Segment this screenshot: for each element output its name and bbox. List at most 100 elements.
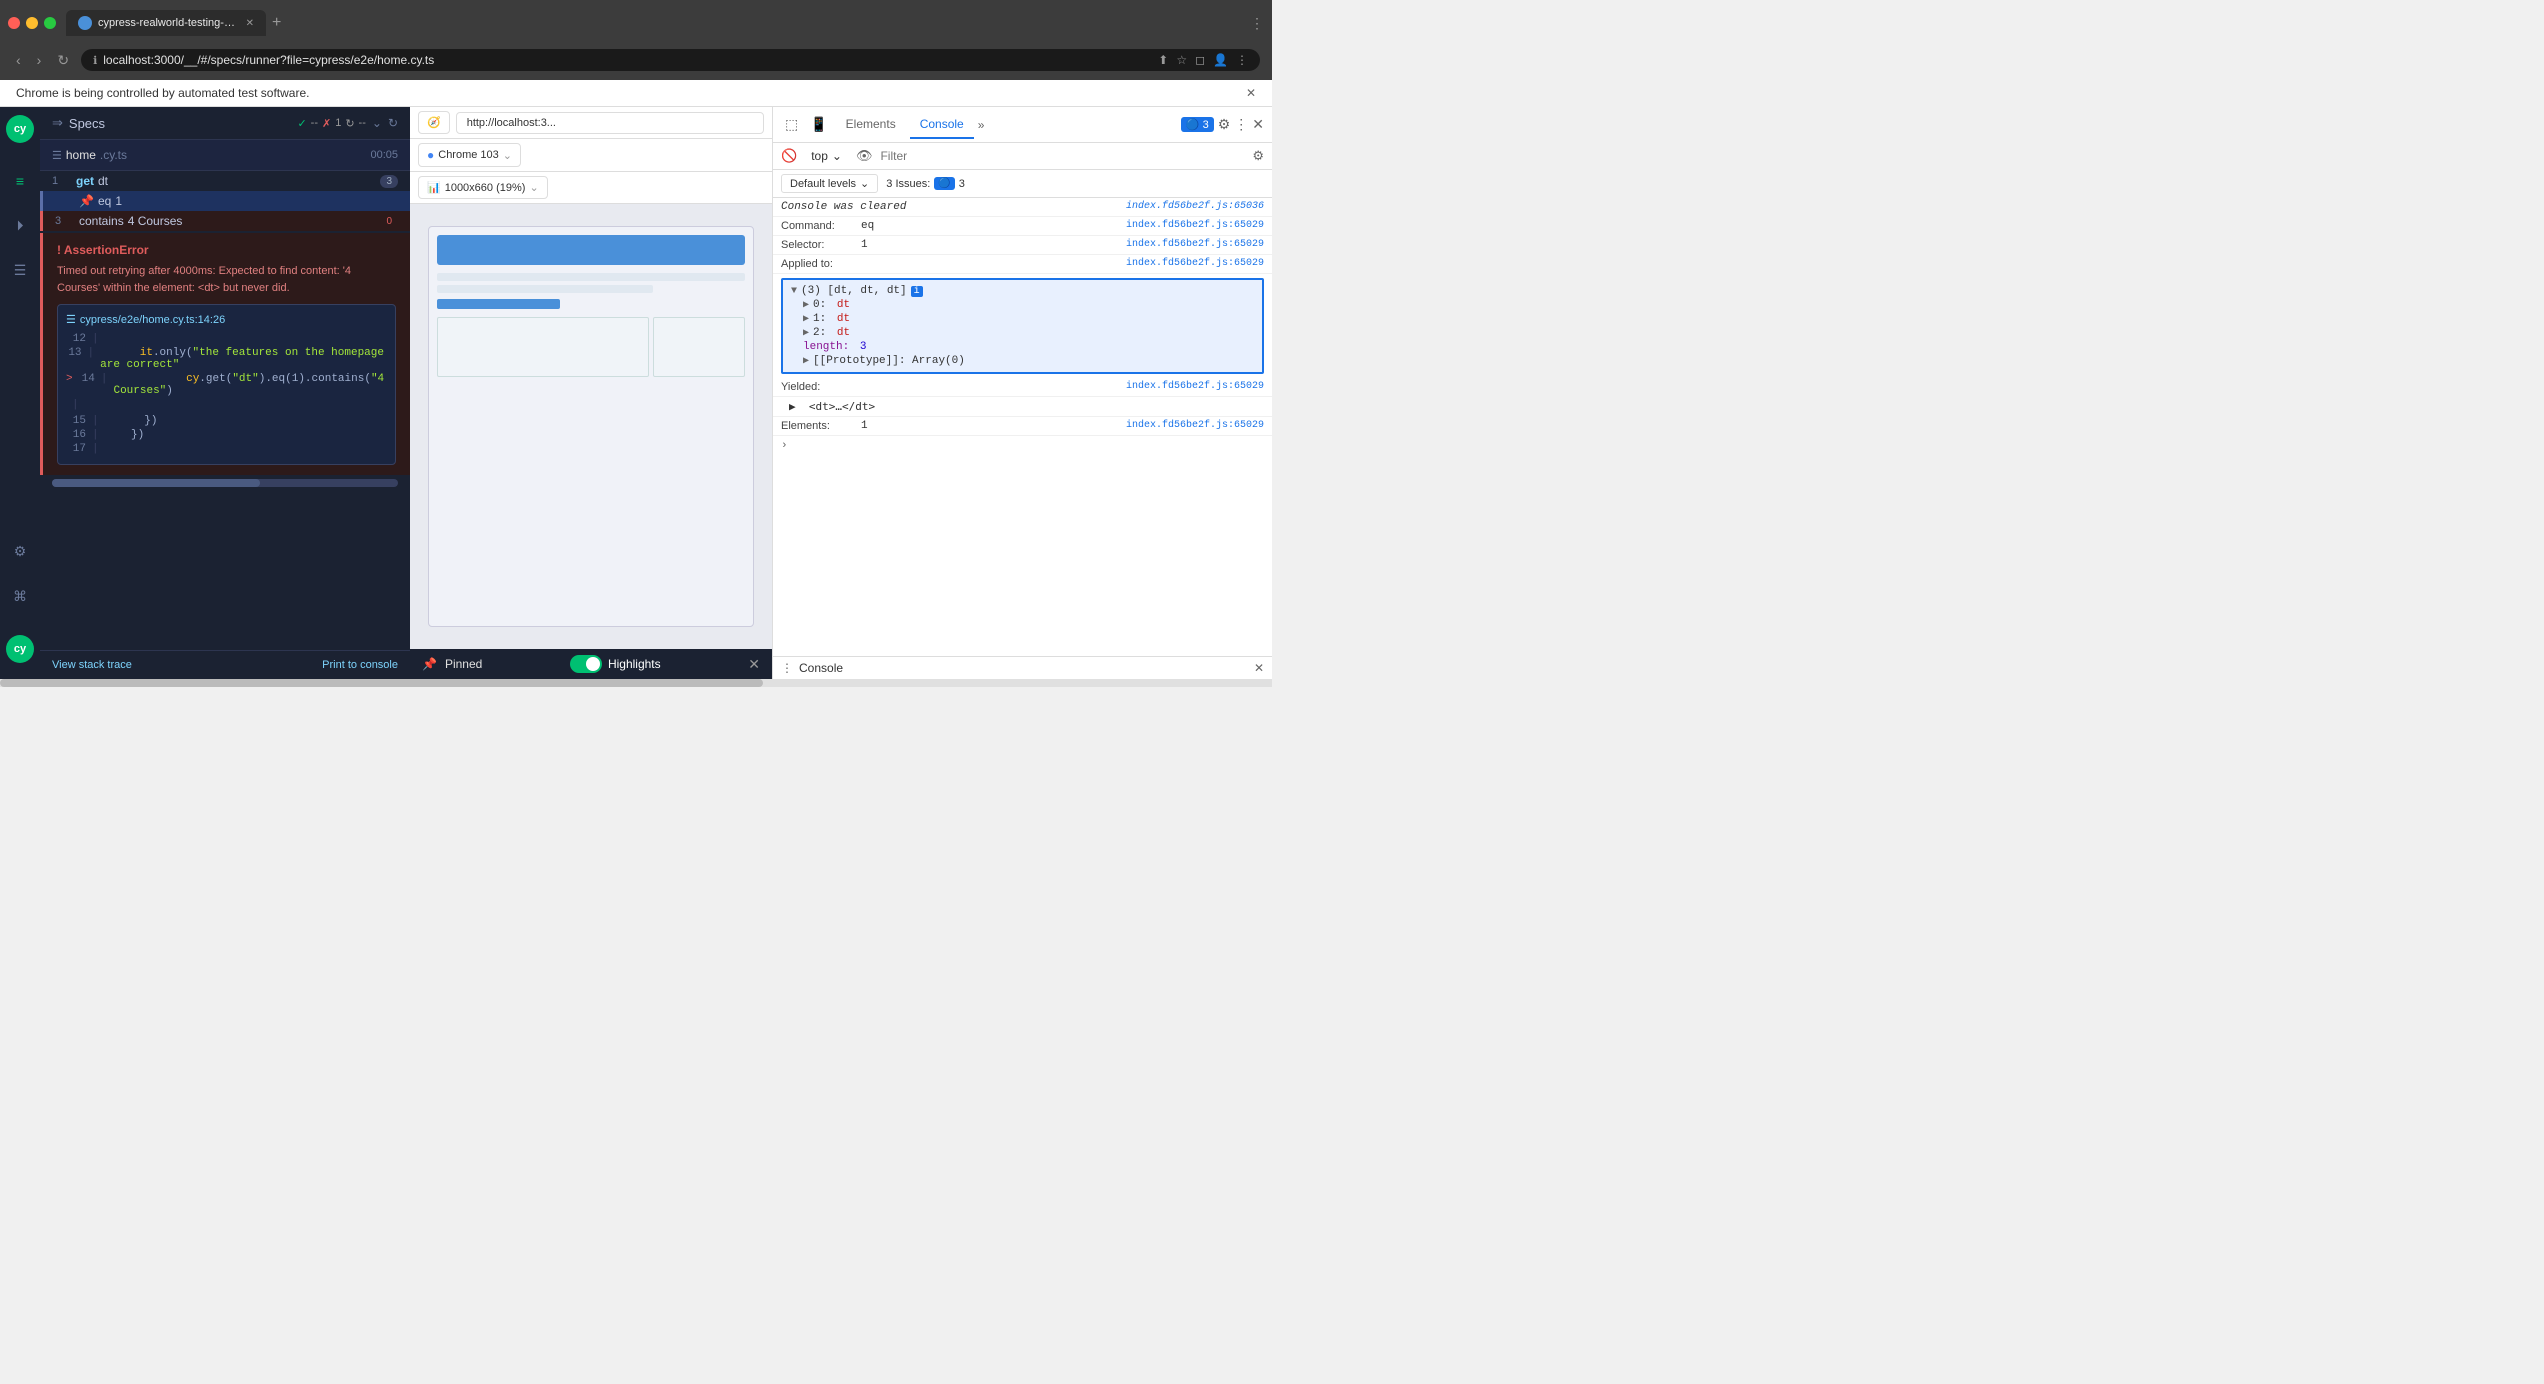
chrome-browser-btn[interactable]: ● Chrome 103 ⌄: [418, 143, 521, 167]
yielded-link[interactable]: index.fd56be2f.js:65029: [1126, 381, 1264, 392]
yielded-arrow: ▶: [789, 400, 796, 413]
view-stack-trace-link[interactable]: View stack trace: [52, 659, 132, 671]
devtools-close-icon[interactable]: ✕: [1252, 116, 1264, 133]
sidebar-icon-keyboard[interactable]: ⌘: [7, 582, 33, 611]
devtools-settings-icon[interactable]: ⚙: [1218, 116, 1231, 133]
devtools-issues-badge[interactable]: 🔵 3: [1181, 117, 1214, 132]
account-icon[interactable]: 👤: [1213, 53, 1228, 67]
console-filter-input[interactable]: [880, 149, 1244, 163]
devtools-panel: ⬚ 📱 Elements Console » 🔵 3 ⚙ ⋮ ✕ 🚫 top ⌄…: [772, 107, 1272, 679]
yielded-value[interactable]: ▶ <dt>…</dt>: [781, 400, 875, 413]
tree-0-val: dt: [830, 299, 850, 311]
tree-2-label: 2:: [813, 327, 826, 339]
elements-row: Elements: 1 index.fd56be2f.js:65029: [773, 417, 1272, 436]
yielded-value-row: ▶ <dt>…</dt>: [773, 397, 1272, 417]
console-log: Console was cleared index.fd56be2f.js:65…: [773, 198, 1272, 656]
spin-icon: ↻: [345, 117, 354, 130]
forward-button[interactable]: ›: [33, 50, 46, 70]
maximize-button[interactable]: [44, 17, 56, 29]
sidebar-icon-specs[interactable]: ≡: [10, 167, 30, 195]
preview-url-bar[interactable]: http://localhost:3...: [456, 112, 764, 134]
selector-row: Selector: 1 index.fd56be2f.js:65029: [773, 236, 1272, 255]
devtools-inspect-icon[interactable]: ⬚: [781, 112, 802, 137]
filter-icon[interactable]: ⌄: [372, 116, 382, 130]
bottom-scrollbar[interactable]: [0, 679, 1272, 687]
cmd-eq[interactable]: 📌 eq 1: [40, 191, 410, 211]
tree-2-val: dt: [830, 327, 850, 339]
tree-block: ▼ (3) [dt, dt, dt] i ▶ 0: dt ▶ 1: dt: [781, 278, 1264, 374]
file-link-icon: ☰: [66, 313, 76, 326]
default-levels-select[interactable]: Default levels ⌄: [781, 174, 878, 193]
console-cleared-row: Console was cleared index.fd56be2f.js:65…: [773, 198, 1272, 217]
sidebar-icon-runs[interactable]: ⏵: [11, 211, 30, 240]
tree-badge[interactable]: i: [911, 286, 923, 297]
cypress-logo[interactable]: cy: [6, 115, 34, 143]
elements-link[interactable]: index.fd56be2f.js:65029: [1126, 420, 1264, 431]
console-settings-icon[interactable]: ⚙: [1252, 148, 1264, 164]
tab-close-icon[interactable]: ✕: [246, 18, 254, 29]
tab-elements[interactable]: Elements: [836, 111, 906, 139]
size-chevron: ⌄: [529, 181, 538, 194]
cmd-num-3: 3: [55, 215, 71, 227]
browser-chrome: cypress-realworld-testing-cou ✕ + ⋮ ‹ › …: [0, 0, 1272, 107]
preview-compass-btn[interactable]: 🧭: [418, 111, 450, 134]
devtools-more-footer-icon[interactable]: ⋮: [781, 661, 793, 675]
tree-item-2[interactable]: ▶ 2: dt: [803, 326, 1254, 340]
print-console-link[interactable]: Print to console: [322, 659, 398, 671]
more-icon[interactable]: ⋮: [1236, 53, 1248, 67]
tree-0-label: 0:: [813, 299, 826, 311]
tree-item-1[interactable]: ▶ 1: dt: [803, 312, 1254, 326]
devtools-more-tabs[interactable]: »: [978, 118, 985, 132]
new-tab-button[interactable]: +: [272, 14, 281, 32]
tree-item-0[interactable]: ▶ 0: dt: [803, 298, 1254, 312]
minimize-button[interactable]: [26, 17, 38, 29]
reload-button[interactable]: ↻: [53, 50, 73, 71]
reload-icon[interactable]: ↻: [388, 116, 398, 130]
close-button[interactable]: [8, 17, 20, 29]
sidebar-icon-settings[interactable]: ⚙: [8, 537, 33, 566]
devtools-footer-close[interactable]: ✕: [1254, 661, 1264, 675]
eye-icon[interactable]: 👁: [856, 148, 873, 164]
url-bar[interactable]: ℹ localhost:3000/__/#/specs/runner?file=…: [81, 49, 1260, 71]
cmd-contains[interactable]: 3 contains 4 Courses 0: [40, 211, 410, 231]
preview-close-button[interactable]: ✕: [748, 656, 760, 673]
selector-link[interactable]: index.fd56be2f.js:65029: [1126, 239, 1264, 250]
browser-menu-icon[interactable]: ⋮: [1250, 15, 1264, 32]
selector-value: 1: [861, 239, 1126, 251]
share-icon[interactable]: ⬆: [1158, 53, 1168, 67]
devtools-more-icon[interactable]: ⋮: [1234, 116, 1248, 133]
tab-console[interactable]: Console: [910, 111, 974, 139]
main-layout: cy ≡ ⏵ ☰ ⚙ ⌘ cy ⇒ Specs ✓ -- ✗ 1 ↻ --: [0, 107, 1272, 679]
tab-title: cypress-realworld-testing-cou: [98, 17, 240, 29]
sidebar-icon-list[interactable]: ☰: [8, 256, 33, 285]
error-file-box: ☰ cypress/e2e/home.cy.ts:14:26 12 | 13 |…: [57, 304, 396, 465]
devtools-mobile-icon[interactable]: 📱: [806, 112, 831, 137]
preview-toolbar: 🧭 http://localhost:3...: [410, 107, 772, 139]
chrome-icon: ●: [427, 148, 434, 162]
cmd-get[interactable]: 1 get dt 3: [40, 171, 410, 191]
back-button[interactable]: ‹: [12, 50, 25, 70]
block-icon[interactable]: 🚫: [781, 148, 797, 164]
error-file-link[interactable]: ☰ cypress/e2e/home.cy.ts:14:26: [66, 313, 387, 326]
tree-root-row[interactable]: ▼ (3) [dt, dt, dt] i: [791, 284, 1254, 298]
tree-proto-row[interactable]: ▶ [[Prototype]]: Array(0): [803, 354, 1254, 368]
url-text: localhost:3000/__/#/specs/runner?file=cy…: [103, 53, 1152, 67]
horizontal-scrollbar[interactable]: [52, 479, 398, 487]
context-select[interactable]: top ⌄: [805, 147, 848, 165]
bookmark-icon[interactable]: ☆: [1176, 53, 1187, 67]
preview-size-btn[interactable]: 📊 1000x660 (19%) ⌄: [418, 176, 548, 199]
tree-1-arrow: ▶: [803, 313, 809, 325]
highlights-toggle-switch[interactable]: [570, 655, 602, 673]
active-tab[interactable]: cypress-realworld-testing-cou ✕: [66, 10, 266, 36]
tree-children: ▶ 0: dt ▶ 1: dt ▶ 2: dt: [791, 298, 1254, 368]
applied-link[interactable]: index.fd56be2f.js:65029: [1126, 258, 1264, 269]
profile-icon[interactable]: ◻: [1195, 53, 1205, 67]
command-link[interactable]: index.fd56be2f.js:65029: [1126, 220, 1264, 231]
levels-chevron: ⌄: [860, 177, 869, 190]
cmd-num-1: 1: [52, 175, 68, 187]
tree-proto-arrow: ▶: [803, 355, 809, 367]
cypress-bottom-logo[interactable]: cy: [6, 635, 34, 663]
notification-close[interactable]: ✕: [1246, 86, 1256, 100]
cleared-link[interactable]: index.fd56be2f.js:65036: [1126, 201, 1264, 212]
command-value: eq: [861, 220, 1126, 232]
